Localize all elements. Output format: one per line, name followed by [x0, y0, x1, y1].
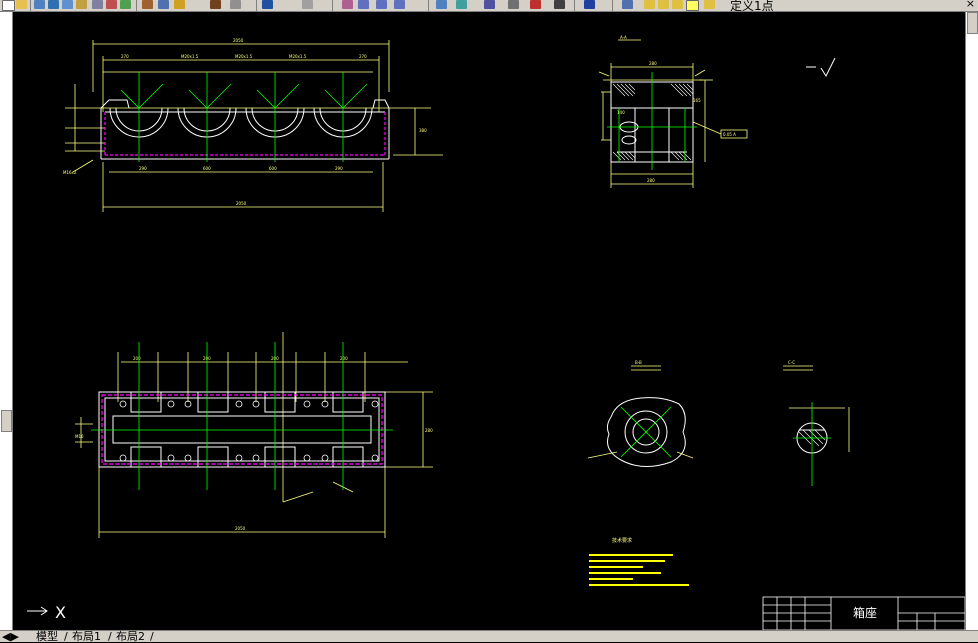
- svg-text:M20x1.5: M20x1.5: [289, 54, 307, 59]
- zoom-window-icon[interactable]: [376, 0, 387, 9]
- redo-arrow-icon[interactable]: [302, 0, 313, 9]
- palette-icon[interactable]: [76, 0, 87, 9]
- block-editor-icon[interactable]: [158, 0, 169, 9]
- zoom-previous-icon[interactable]: [394, 0, 405, 9]
- title-block-name: 箱座: [853, 605, 877, 620]
- cut-icon[interactable]: [92, 0, 103, 9]
- redo-icon[interactable]: [230, 0, 241, 9]
- scrollbar-thumb[interactable]: [1, 410, 12, 432]
- properties-icon[interactable]: [436, 0, 447, 9]
- layer-on-icon[interactable]: [644, 0, 655, 9]
- tab-nav-arrows[interactable]: ◀▶: [2, 631, 19, 642]
- named-view-icon[interactable]: [704, 0, 715, 9]
- toolbar-separator: [612, 0, 613, 11]
- toolbar-separator: [332, 0, 333, 11]
- tab-layout2[interactable]: 布局2: [116, 631, 145, 642]
- toolbar-separator: [30, 0, 31, 11]
- svg-text:140: 140: [617, 110, 625, 115]
- sheet-set-icon[interactable]: [508, 0, 519, 9]
- tab-model[interactable]: 模型: [36, 631, 58, 642]
- open-icon[interactable]: [16, 0, 27, 9]
- section-b-label: B-B: [635, 360, 642, 365]
- svg-text:200: 200: [340, 356, 348, 361]
- svg-text:290: 290: [335, 166, 343, 171]
- svg-text:280: 280: [647, 178, 655, 183]
- calculator-icon[interactable]: [554, 0, 565, 9]
- undo-arrow-icon[interactable]: [262, 0, 273, 9]
- toolbar-separator: [256, 0, 257, 11]
- standard-toolbar: 定义1点 ×: [0, 0, 978, 12]
- svg-text:280: 280: [425, 428, 433, 433]
- svg-text:600: 600: [203, 166, 211, 171]
- named-view-dropdown[interactable]: 定义1点: [730, 0, 774, 11]
- left-scrollbar[interactable]: [0, 12, 13, 630]
- preview-icon[interactable]: [48, 0, 59, 9]
- right-scrollbar[interactable]: [965, 12, 978, 630]
- layer-lock-icon[interactable]: [672, 0, 683, 9]
- tab-layout1[interactable]: 布局1: [72, 631, 101, 642]
- toolbar-separator: [136, 0, 137, 11]
- svg-text:M20x1.5: M20x1.5: [181, 54, 199, 59]
- tab-separator: /: [150, 630, 154, 643]
- match-properties-icon[interactable]: [142, 0, 153, 9]
- paste-icon[interactable]: [120, 0, 131, 9]
- pencil-icon[interactable]: [210, 0, 221, 9]
- toolbar-separator: [428, 0, 429, 11]
- section-c-label: C-C: [788, 360, 795, 365]
- new-icon[interactable]: [2, 0, 15, 11]
- tab-separator: /: [64, 630, 68, 643]
- layer-color-icon[interactable]: [686, 0, 699, 11]
- svg-text:280: 280: [649, 61, 657, 66]
- layer-freeze-icon[interactable]: [658, 0, 669, 9]
- svg-text:2050: 2050: [235, 526, 246, 531]
- section-a-label: A-A: [620, 35, 627, 40]
- svg-text:290: 290: [139, 166, 147, 171]
- svg-text:0.05 A: 0.05 A: [723, 132, 736, 137]
- tab-separator: /: [108, 630, 112, 643]
- svg-text:200: 200: [133, 356, 141, 361]
- svg-text:270: 270: [359, 54, 367, 59]
- pan-icon[interactable]: [342, 0, 353, 9]
- svg-text:M16: M16: [75, 434, 84, 439]
- svg-text:270: 270: [121, 54, 129, 59]
- svg-text:M20x1.5: M20x1.5: [235, 54, 253, 59]
- zoom-realtime-icon[interactable]: [358, 0, 369, 9]
- layout-tabs: ◀▶ 模型 / 布局1 / 布局2 /: [0, 630, 978, 642]
- help-icon[interactable]: [584, 0, 595, 9]
- markup-icon[interactable]: [530, 0, 541, 9]
- ucs-x-label: X: [55, 603, 66, 622]
- notes-heading: 技术要求: [612, 537, 632, 544]
- close-icon[interactable]: ×: [966, 0, 975, 10]
- drawing-canvas[interactable]: 2050 270 M20x1.5 M20x1.5 M20x1.5 270 205…: [13, 12, 965, 630]
- design-center-icon[interactable]: [456, 0, 467, 9]
- svg-text:380: 380: [419, 128, 427, 133]
- svg-text:M16x2: M16x2: [63, 170, 77, 175]
- tool-palettes-icon[interactable]: [484, 0, 495, 9]
- toolbar-separator: [574, 0, 575, 11]
- copy-icon[interactable]: [106, 0, 117, 9]
- layer-manager-icon[interactable]: [622, 0, 633, 9]
- svg-text:2050: 2050: [236, 201, 247, 206]
- svg-text:2050: 2050: [233, 38, 244, 43]
- brush-icon[interactable]: [174, 0, 185, 9]
- plot-icon[interactable]: [34, 0, 45, 9]
- scrollbar-thumb[interactable]: [967, 12, 978, 34]
- publish-icon[interactable]: [62, 0, 73, 9]
- svg-text:165: 165: [693, 98, 701, 103]
- svg-text:600: 600: [269, 166, 277, 171]
